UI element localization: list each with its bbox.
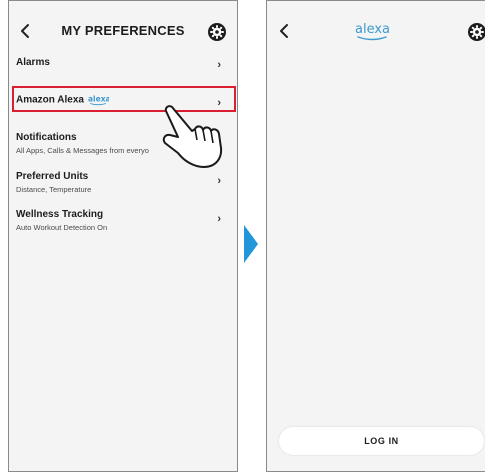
hand-pointer-icon xyxy=(162,105,223,168)
chevron-right-icon: › xyxy=(217,59,221,71)
alexa-login-screen: alexa LOG IN xyxy=(266,0,485,472)
item-title: Preferred Units xyxy=(16,171,89,182)
play-arrow-icon xyxy=(244,225,258,263)
alexa-logo-icon: alexa xyxy=(88,95,109,106)
chevron-right-icon: › xyxy=(217,175,221,187)
item-subtitle: Distance, Temperature xyxy=(16,185,92,194)
list-item-wellness-tracking[interactable]: Wellness Tracking Auto Workout Detection… xyxy=(9,209,237,232)
item-title: Amazon Alexa alexa xyxy=(16,94,109,106)
svg-text:alexa: alexa xyxy=(88,95,109,104)
item-title: Alarms xyxy=(16,57,50,68)
alexa-logo-icon: alexa xyxy=(355,22,390,41)
header: MY PREFERENCES xyxy=(9,1,237,61)
list-item-preferred-units[interactable]: Preferred Units Distance, Temperature › xyxy=(9,171,237,194)
chevron-right-icon: › xyxy=(217,213,221,225)
settings-button[interactable] xyxy=(207,22,227,42)
back-button[interactable] xyxy=(275,21,295,41)
chevron-left-icon xyxy=(280,24,288,38)
header: alexa xyxy=(267,1,485,61)
alexa-logo: alexa xyxy=(352,19,392,48)
gear-icon xyxy=(208,23,226,41)
my-preferences-screen: MY PREFERENCES Alarms › Amazon Alexa ale… xyxy=(8,0,238,472)
svg-text:alexa: alexa xyxy=(355,22,390,37)
item-title-text: Amazon Alexa xyxy=(16,94,84,106)
login-button[interactable]: LOG IN xyxy=(279,427,484,455)
gear-icon xyxy=(468,23,485,41)
chevron-left-icon xyxy=(21,24,29,38)
item-title: Wellness Tracking xyxy=(16,209,104,220)
item-title: Notifications xyxy=(16,132,77,143)
item-subtitle: All Apps, Calls & Messages from everyo xyxy=(16,146,149,155)
item-subtitle: Auto Workout Detection On xyxy=(16,223,108,232)
settings-button[interactable] xyxy=(467,22,485,42)
list-item-alarms[interactable]: Alarms › xyxy=(9,57,237,77)
back-button[interactable] xyxy=(16,21,36,41)
page-title: MY PREFERENCES xyxy=(61,23,185,38)
